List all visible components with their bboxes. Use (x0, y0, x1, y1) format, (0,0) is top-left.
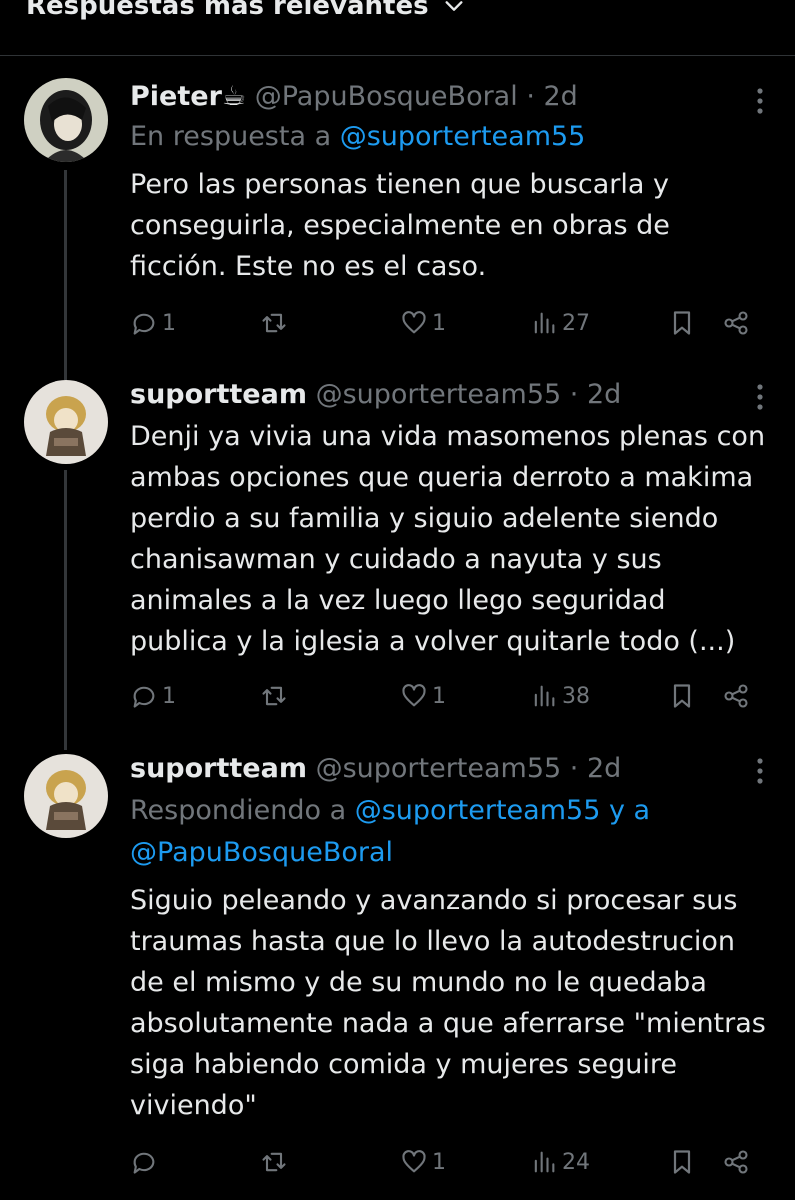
heart-icon (402, 311, 426, 334)
reply-count: 1 (162, 683, 176, 709)
more-options-icon[interactable] (755, 756, 765, 786)
tweet-text: Denji ya vivia una vida masomenos plenas… (130, 421, 766, 657)
bookmark-button[interactable] (668, 676, 696, 716)
reply-count: 1 (162, 310, 176, 336)
reply-icon (133, 686, 155, 708)
timestamp[interactable]: · 2d (570, 753, 621, 784)
views-button[interactable]: 38 (530, 676, 590, 716)
divider (0, 55, 795, 56)
views-chart-icon (534, 685, 555, 707)
tweet[interactable]: suportteam @suporterteam55 · 2d Denji ya… (0, 376, 795, 736)
reply-mention-link[interactable]: @suporterteam55 (340, 121, 586, 152)
tweet-actions: 1 1 27 (130, 303, 765, 343)
heart-icon (402, 684, 426, 707)
tweet[interactable]: suportteam @suporterteam55 · 2d Respondi… (0, 750, 795, 1190)
reply-mention-link[interactable]: @suporterteam55 y a (355, 795, 650, 826)
views-chart-icon (534, 1151, 555, 1173)
author-name[interactable]: suportteam (130, 379, 307, 410)
timestamp[interactable]: · 2d (570, 379, 621, 410)
retweet-button[interactable] (260, 676, 292, 716)
tweet-actions: 1 24 (130, 1142, 765, 1182)
like-count: 1 (432, 683, 446, 709)
share-button[interactable] (722, 1142, 750, 1182)
like-button[interactable]: 1 (400, 1142, 446, 1182)
sort-dropdown[interactable]: Respuestas más relevantes (26, 0, 465, 26)
retweet-icon (262, 1152, 286, 1172)
bookmark-icon (673, 311, 691, 335)
more-options-icon[interactable] (755, 382, 765, 412)
like-button[interactable]: 1 (400, 676, 446, 716)
views-count: 24 (562, 1149, 590, 1175)
avatar[interactable] (24, 78, 108, 162)
retweet-icon (262, 686, 286, 706)
author-handle[interactable]: @PapuBosqueBoral (255, 81, 518, 112)
reply-prefix: Respondiendo a (130, 795, 355, 826)
bookmark-icon (673, 1150, 691, 1174)
retweet-button[interactable] (260, 303, 292, 343)
timestamp[interactable]: · 2d (526, 81, 577, 112)
reply-button[interactable]: 1 (130, 676, 176, 716)
like-button[interactable]: 1 (400, 303, 446, 343)
views-button[interactable]: 27 (530, 303, 590, 343)
chevron-down-icon (445, 1, 463, 11)
reply-mention-link[interactable]: @PapuBosqueBoral (130, 837, 393, 868)
more-options-icon[interactable] (755, 86, 765, 116)
author-handle[interactable]: @suporterteam55 (316, 379, 562, 410)
author-handle[interactable]: @suporterteam55 (316, 753, 562, 784)
avatar[interactable] (24, 380, 108, 464)
tweet-text: Pero las personas tienen que buscarla y … (130, 169, 670, 282)
share-icon (724, 311, 748, 335)
tweet[interactable]: Pieter☕ @PapuBosqueBoral · 2d En respues… (0, 78, 795, 358)
bookmark-icon (673, 684, 691, 708)
reply-icon (133, 313, 155, 335)
sort-label: Respuestas más relevantes (26, 0, 429, 21)
like-count: 1 (432, 1149, 446, 1175)
like-count: 1 (432, 310, 446, 336)
reply-context: En respuesta a @suporterteam55 (130, 116, 765, 158)
avatar[interactable] (24, 754, 108, 838)
reply-prefix: En respuesta a (130, 121, 340, 152)
tweet-text: Siguio peleando y avanzando si procesar … (130, 885, 766, 1121)
author-name[interactable]: Pieter☕ (130, 81, 246, 112)
share-button[interactable] (722, 676, 750, 716)
retweet-icon (262, 313, 286, 333)
reply-icon (133, 1152, 155, 1174)
reply-context: Respondiendo a @suporterteam55 y a @Papu… (130, 790, 765, 874)
retweet-button[interactable] (260, 1142, 292, 1182)
tweet-actions: 1 1 38 (130, 676, 765, 716)
bookmark-button[interactable] (668, 303, 696, 343)
share-icon (724, 1150, 748, 1174)
bookmark-button[interactable] (668, 1142, 696, 1182)
views-button[interactable]: 24 (530, 1142, 590, 1182)
heart-icon (402, 1150, 426, 1173)
views-count: 38 (562, 683, 590, 709)
reply-button[interactable]: 1 (130, 303, 176, 343)
views-chart-icon (534, 312, 555, 334)
views-count: 27 (562, 310, 590, 336)
share-icon (724, 684, 748, 708)
reply-button[interactable] (130, 1142, 162, 1182)
author-name[interactable]: suportteam (130, 753, 307, 784)
share-button[interactable] (722, 303, 750, 343)
